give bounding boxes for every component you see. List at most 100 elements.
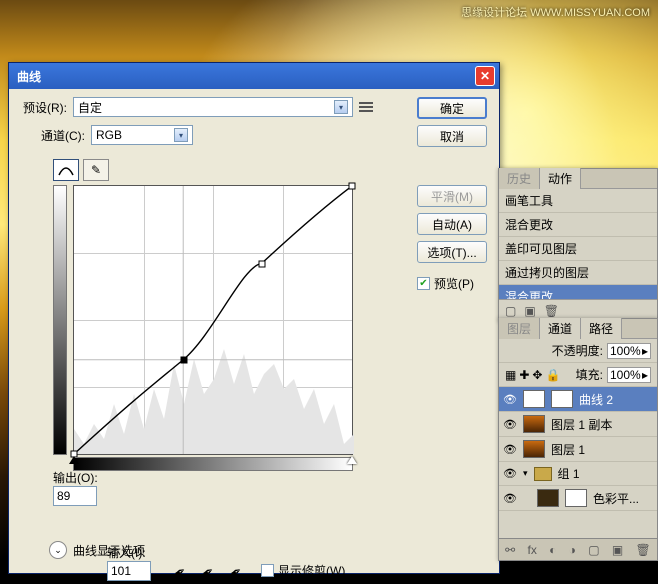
io-fields: 输出(O): 输入(I): ✒ ✒ ✒ ✔ 显示修剪(W) xyxy=(53,469,345,581)
tab-channels[interactable]: 通道 xyxy=(540,318,581,339)
curve-display-expander[interactable]: ⌄ 曲线显示选项 xyxy=(49,541,145,559)
history-item[interactable]: 混合更改 xyxy=(499,213,657,237)
channel-select[interactable]: RGB ▾ xyxy=(91,125,193,145)
folder-icon xyxy=(534,467,552,481)
curve-point-1[interactable] xyxy=(181,357,188,364)
curves-dialog: 曲线 ✕ 预设(R): 自定 ▾ 通道(C): RGB ▾ 确定 取消 平滑(M… xyxy=(8,62,500,574)
opacity-input[interactable]: 100%▸ xyxy=(607,343,651,359)
history-panel: 历史 动作 画笔工具 混合更改 盖印可见图层 通过拷贝的图层 混合更改 ▢ ▣ … xyxy=(498,168,658,322)
options-button[interactable]: 选项(T)... xyxy=(417,241,487,263)
visibility-icon[interactable]: 👁 xyxy=(503,442,517,456)
eyedropper-black-icon[interactable]: ✒ xyxy=(168,560,193,584)
layer-name: 色彩平... xyxy=(593,490,639,507)
tab-paths[interactable]: 路径 xyxy=(581,318,622,339)
curve-tool-point[interactable] xyxy=(53,159,79,181)
eyedropper-tools: ✒ ✒ ✒ xyxy=(171,563,245,581)
chevron-down-icon[interactable]: ▾ xyxy=(523,468,528,479)
checkbox-icon: ✔ xyxy=(261,564,274,577)
eyedropper-white-icon[interactable]: ✒ xyxy=(224,560,249,584)
pencil-icon: ✎ xyxy=(91,163,101,177)
layer-item[interactable]: 👁 图层 1 xyxy=(499,437,657,462)
lock-icon[interactable]: ▦ xyxy=(505,368,516,382)
trash-icon[interactable]: 🗑 xyxy=(544,304,559,318)
adjustment-icon[interactable]: ◑ xyxy=(569,543,576,557)
mask-thumb xyxy=(551,390,573,408)
group-icon[interactable]: ▢ xyxy=(588,543,599,557)
lock-position-icon[interactable]: ✥ xyxy=(532,368,542,382)
visibility-icon[interactable]: 👁 xyxy=(503,392,517,406)
link-icon[interactable]: ⚯ xyxy=(505,543,515,557)
dialog-titlebar[interactable]: 曲线 ✕ xyxy=(9,63,499,89)
curve-tool-pencil[interactable]: ✎ xyxy=(83,159,109,181)
curve-options-label: 曲线显示选项 xyxy=(73,542,145,559)
layers-footer: ⚯ fx ◐ ◑ ▢ ▣ 🗑 xyxy=(499,538,657,560)
history-item[interactable]: 盖印可见图层 xyxy=(499,237,657,261)
ok-button[interactable]: 确定 xyxy=(417,97,487,119)
layer-thumb xyxy=(523,440,545,458)
new-doc-icon[interactable]: ▣ xyxy=(524,304,535,318)
fill-label: 填充: xyxy=(576,366,603,383)
opacity-label: 不透明度: xyxy=(552,342,603,359)
checkbox-icon: ✔ xyxy=(417,277,430,290)
lock-pixels-icon[interactable]: ✚ xyxy=(519,368,529,382)
show-clipping-label: 显示修剪(W) xyxy=(278,562,345,579)
close-button[interactable]: ✕ xyxy=(475,66,495,86)
tab-history[interactable]: 历史 xyxy=(499,168,540,189)
output-input[interactable] xyxy=(53,486,97,506)
white-point-slider[interactable] xyxy=(347,456,357,464)
curve-line xyxy=(74,186,352,454)
chevron-down-icon: ▾ xyxy=(334,100,348,114)
history-item[interactable]: 混合更改 xyxy=(499,285,657,299)
layers-panel: 图层 通道 路径 不透明度: 100%▸ ▦ ✚ ✥ 🔒 填充: 100%▸ 👁… xyxy=(498,318,658,561)
preset-menu-icon[interactable] xyxy=(359,102,373,112)
layer-item[interactable]: 👁 色彩平... xyxy=(499,486,657,511)
new-layer-icon[interactable]: ▣ xyxy=(612,543,623,557)
layer-item[interactable]: 👁 ▾ 组 1 xyxy=(499,462,657,486)
opacity-row: 不透明度: 100%▸ xyxy=(499,339,657,363)
preview-checkbox[interactable]: ✔ 预览(P) xyxy=(417,275,487,292)
fill-input[interactable]: 100%▸ xyxy=(607,367,651,383)
auto-button[interactable]: 自动(A) xyxy=(417,213,487,235)
close-icon: ✕ xyxy=(480,69,490,83)
visibility-icon[interactable]: 👁 xyxy=(503,491,517,505)
snapshot-icon[interactable]: ▢ xyxy=(505,304,516,318)
output-label: 输出(O): xyxy=(53,471,98,485)
layer-item[interactable]: 👁 图层 1 副本 xyxy=(499,412,657,437)
show-clipping-checkbox[interactable]: ✔ 显示修剪(W) xyxy=(261,562,345,579)
adjustment-thumb xyxy=(537,489,559,507)
tab-layers[interactable]: 图层 xyxy=(499,318,540,339)
layer-thumb xyxy=(523,415,545,433)
dialog-body: 预设(R): 自定 ▾ 通道(C): RGB ▾ 确定 取消 平滑(M) 自动(… xyxy=(9,89,499,573)
preview-label: 预览(P) xyxy=(434,275,474,292)
black-point-slider[interactable] xyxy=(69,456,79,464)
eyedropper-gray-icon[interactable]: ✒ xyxy=(196,560,221,584)
lock-all-icon[interactable]: 🔒 xyxy=(545,368,560,382)
tab-actions[interactable]: 动作 xyxy=(540,168,581,189)
layer-name: 曲线 2 xyxy=(579,391,613,408)
smooth-button: 平滑(M) xyxy=(417,185,487,207)
curve-point-2[interactable] xyxy=(258,260,265,267)
watermark-text: 思缘设计论坛 WWW.MISSYUAN.COM xyxy=(461,4,650,20)
history-list: 画笔工具 混合更改 盖印可见图层 通过拷贝的图层 混合更改 xyxy=(499,189,657,299)
trash-icon[interactable]: 🗑 xyxy=(636,543,651,557)
history-item[interactable]: 画笔工具 xyxy=(499,189,657,213)
channel-label: 通道(C): xyxy=(41,127,85,144)
adjustment-thumb xyxy=(523,390,545,408)
visibility-icon[interactable]: 👁 xyxy=(503,417,517,431)
curve-grid[interactable] xyxy=(73,185,353,455)
expand-icon: ⌄ xyxy=(49,541,67,559)
layer-item[interactable]: 👁 曲线 2 xyxy=(499,387,657,412)
curve-point-3[interactable] xyxy=(349,183,356,190)
layer-name: 图层 1 xyxy=(551,441,585,458)
preset-select[interactable]: 自定 ▾ xyxy=(73,97,353,117)
fill-row: ▦ ✚ ✥ 🔒 填充: 100%▸ xyxy=(499,363,657,387)
curve-area: ✎ xyxy=(53,159,393,457)
input-input[interactable] xyxy=(107,561,151,581)
chevron-right-icon: ▸ xyxy=(642,368,648,382)
visibility-icon[interactable]: 👁 xyxy=(503,467,517,481)
fx-icon[interactable]: fx xyxy=(528,543,537,557)
cancel-button[interactable]: 取消 xyxy=(417,125,487,147)
history-item[interactable]: 通过拷贝的图层 xyxy=(499,261,657,285)
mask-icon[interactable]: ◐ xyxy=(549,543,556,557)
layer-name: 图层 1 副本 xyxy=(551,416,612,433)
